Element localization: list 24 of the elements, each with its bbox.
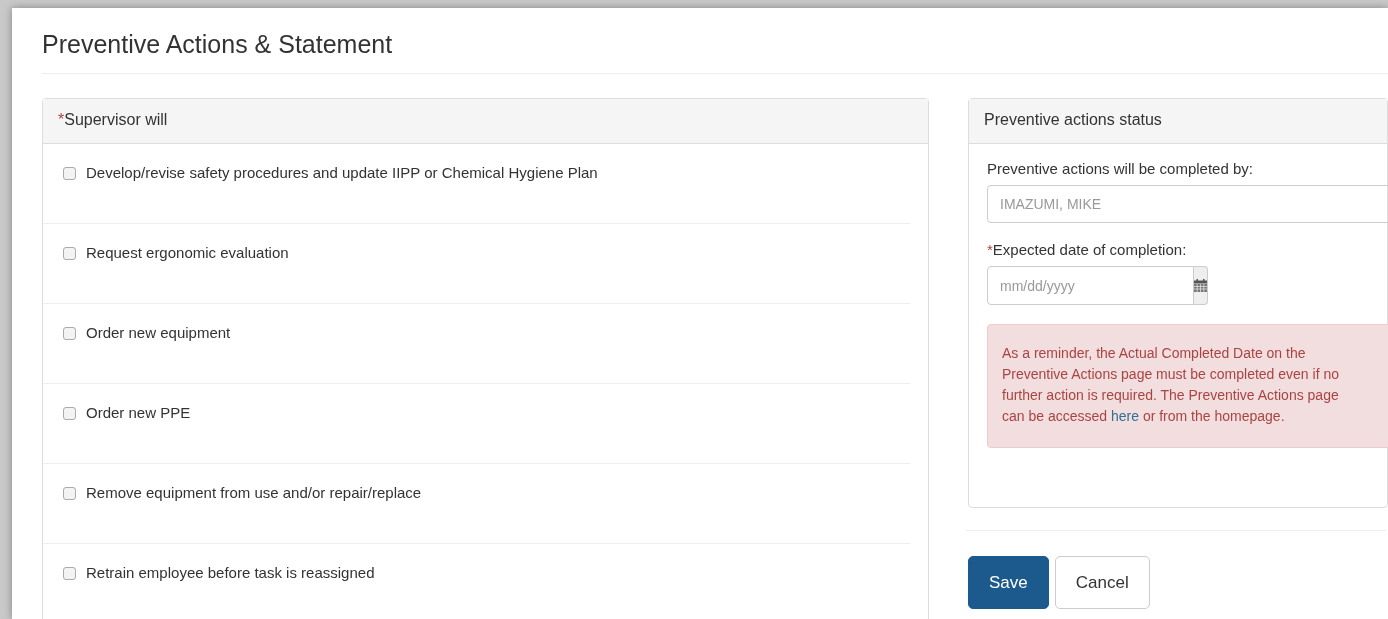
checkbox[interactable] [63, 407, 76, 420]
field-label: Preventive actions will be completed by: [987, 160, 1254, 177]
alert-text: As a reminder, the Actual Completed Date on the Preventive Actions page must be completed even if no further action is required. The Preventive Actions page can be accessed here or from the homepage. [1002, 344, 1340, 426]
checkbox-label: Order new equipment [86, 324, 231, 341]
checkbox[interactable] [63, 487, 76, 500]
save-button[interactable]: Save [968, 556, 1049, 609]
date-field[interactable]: mm/dd/yyyy [987, 266, 1194, 305]
checkbox[interactable] [63, 167, 76, 180]
checkbox-label: Retrain employee before task is reassigned [86, 564, 375, 581]
checkbox[interactable] [63, 327, 76, 340]
checkbox-label: Order new PPE [86, 404, 191, 421]
page-title: Preventive Actions & Statement [42, 8, 1388, 74]
here-link[interactable]: here [1110, 408, 1139, 424]
calendar-button[interactable] [1194, 266, 1208, 305]
field-label: *Expected date of completion: [987, 241, 1188, 258]
panel-header: *Supervisor will [43, 99, 928, 144]
checkbox-label: Develop/revise safety procedures and update IIPP or Chemical Hygiene Plan [86, 164, 598, 181]
cancel-button[interactable]: Cancel [1054, 556, 1150, 609]
calendar-icon [1194, 279, 1207, 292]
checkbox[interactable] [63, 567, 76, 580]
panel-header: Preventive actions status [969, 99, 1387, 144]
checkbox[interactable] [63, 247, 76, 260]
checkbox-label: Request ergonomic evaluation [86, 244, 289, 261]
checkbox-label: Remove equipment from use and/or repair/replace [86, 484, 422, 501]
